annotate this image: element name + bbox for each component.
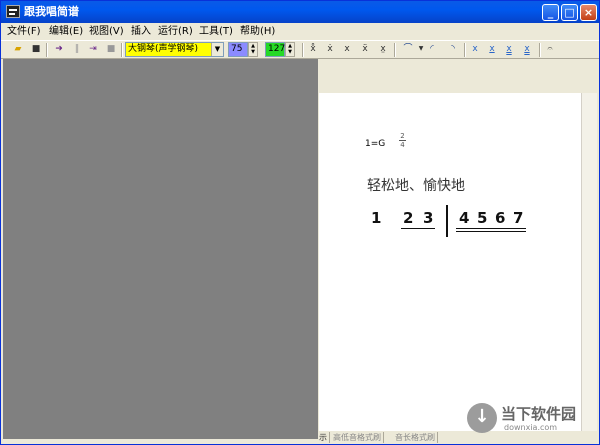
tempo-spinner[interactable]: ▲ ▼: [248, 42, 258, 57]
time-signature: 2 4: [399, 132, 406, 149]
slur-icon[interactable]: ⌒: [399, 42, 417, 56]
instrument-select[interactable]: 大钢琴(声学钢琴) ▼: [125, 42, 224, 57]
editor-header: [319, 59, 597, 93]
tempo-field[interactable]: 75: [228, 42, 248, 57]
note[interactable]: 1: [371, 209, 381, 227]
bar-line: [446, 205, 448, 237]
watermark: 当下软件园 downxia.com: [467, 401, 587, 441]
menu-tools[interactable]: 工具(T): [199, 25, 233, 38]
status-tab[interactable]: 示: [319, 432, 330, 443]
note[interactable]: 2: [403, 209, 413, 227]
toolbar-separator: [302, 43, 304, 57]
pause-icon[interactable]: ‖: [70, 43, 84, 56]
menu-run[interactable]: 运行(R): [158, 25, 193, 38]
chevron-down-icon[interactable]: ▼: [417, 42, 425, 56]
octave-high-icon[interactable]: x̊: [307, 42, 319, 56]
note-thirtysecond-icon[interactable]: x: [521, 42, 533, 56]
volume-spinner[interactable]: ▲ ▼: [285, 42, 295, 57]
menu-view[interactable]: 视图(V): [89, 25, 124, 38]
window-title: 跟我唱简谱: [24, 5, 79, 18]
toolbar-separator: [121, 43, 123, 57]
open-icon[interactable]: ▰: [11, 43, 25, 56]
app-window: 跟我唱简谱 _ □ × 文件(F) 编辑(E) 视图(V) 插入 运行(R) 工…: [0, 0, 600, 445]
title-bar[interactable]: 跟我唱简谱 _ □ ×: [1, 1, 599, 23]
slur-start-icon[interactable]: ◜: [426, 42, 438, 56]
close-button[interactable]: ×: [580, 4, 597, 21]
save-icon[interactable]: ■: [29, 43, 43, 56]
note-quarter-icon[interactable]: x: [469, 42, 481, 56]
octave-down-icon[interactable]: ẍ: [359, 42, 371, 56]
toolbar-separator: [46, 43, 48, 57]
time-signature-bottom: 4: [400, 141, 405, 149]
watermark-title: 当下软件园: [501, 405, 577, 423]
beam-line: [456, 228, 526, 229]
time-signature-top: 2: [400, 132, 405, 140]
menu-edit[interactable]: 编辑(E): [49, 25, 83, 38]
beam-line: [401, 228, 435, 229]
tempo-expression: 轻松地、愉快地: [367, 178, 465, 194]
note-eighth-icon[interactable]: x: [486, 42, 498, 56]
volume-field[interactable]: 127: [265, 42, 285, 57]
instrument-value: 大钢琴(声学钢琴): [128, 44, 199, 54]
note[interactable]: 3: [423, 209, 433, 227]
status-tab-length-brush[interactable]: 音长格式刷: [395, 432, 438, 443]
app-icon: [6, 5, 20, 18]
note[interactable]: 4: [459, 209, 469, 227]
maximize-button[interactable]: □: [561, 4, 578, 21]
octave-normal-icon[interactable]: x: [341, 42, 353, 56]
score-editor[interactable]: 1=G 2 4 轻松地、愉快地 1 2 3 4 5 6 7: [319, 93, 581, 431]
fermata-icon[interactable]: 𝄐: [544, 42, 556, 56]
menu-bar: 文件(F) 编辑(E) 视图(V) 插入 运行(R) 工具(T) 帮助(H): [1, 23, 599, 40]
toolbar-separator: [539, 43, 541, 57]
note-sixteenth-icon[interactable]: x: [503, 42, 515, 56]
menu-help[interactable]: 帮助(H): [240, 25, 275, 38]
status-tab-pitch-brush[interactable]: 高低音格式刷: [333, 432, 384, 443]
toolbar: ▰ ■ ➜ ‖ ⇥ ■ 大钢琴(声学钢琴) ▼ 75 ▲ ▼ 127 ▲ ▼ x̊ …: [1, 40, 599, 59]
play-icon[interactable]: ➜: [52, 43, 66, 56]
download-icon: [467, 403, 497, 433]
toolbar-separator: [394, 43, 396, 57]
note[interactable]: 5: [477, 209, 487, 227]
menu-insert[interactable]: 插入: [131, 25, 151, 38]
chevron-down-icon[interactable]: ▼: [211, 43, 223, 56]
watermark-url: downxia.com: [504, 423, 558, 432]
beam-line: [456, 231, 526, 232]
minimize-button[interactable]: _: [542, 4, 559, 21]
vertical-scrollbar[interactable]: [581, 93, 597, 431]
preview-pane: [3, 59, 318, 439]
octave-low-icon[interactable]: x̤: [377, 42, 389, 56]
note[interactable]: 6: [495, 209, 505, 227]
toolbar-separator: [464, 43, 466, 57]
menu-file[interactable]: 文件(F): [7, 25, 41, 38]
stop-icon[interactable]: ■: [104, 43, 118, 56]
slur-end-icon[interactable]: ◝: [447, 42, 459, 56]
note[interactable]: 7: [513, 209, 523, 227]
key-signature: 1=G: [365, 139, 386, 149]
play-from-cursor-icon[interactable]: ⇥: [86, 43, 100, 56]
octave-up-icon[interactable]: ẋ: [324, 42, 336, 56]
